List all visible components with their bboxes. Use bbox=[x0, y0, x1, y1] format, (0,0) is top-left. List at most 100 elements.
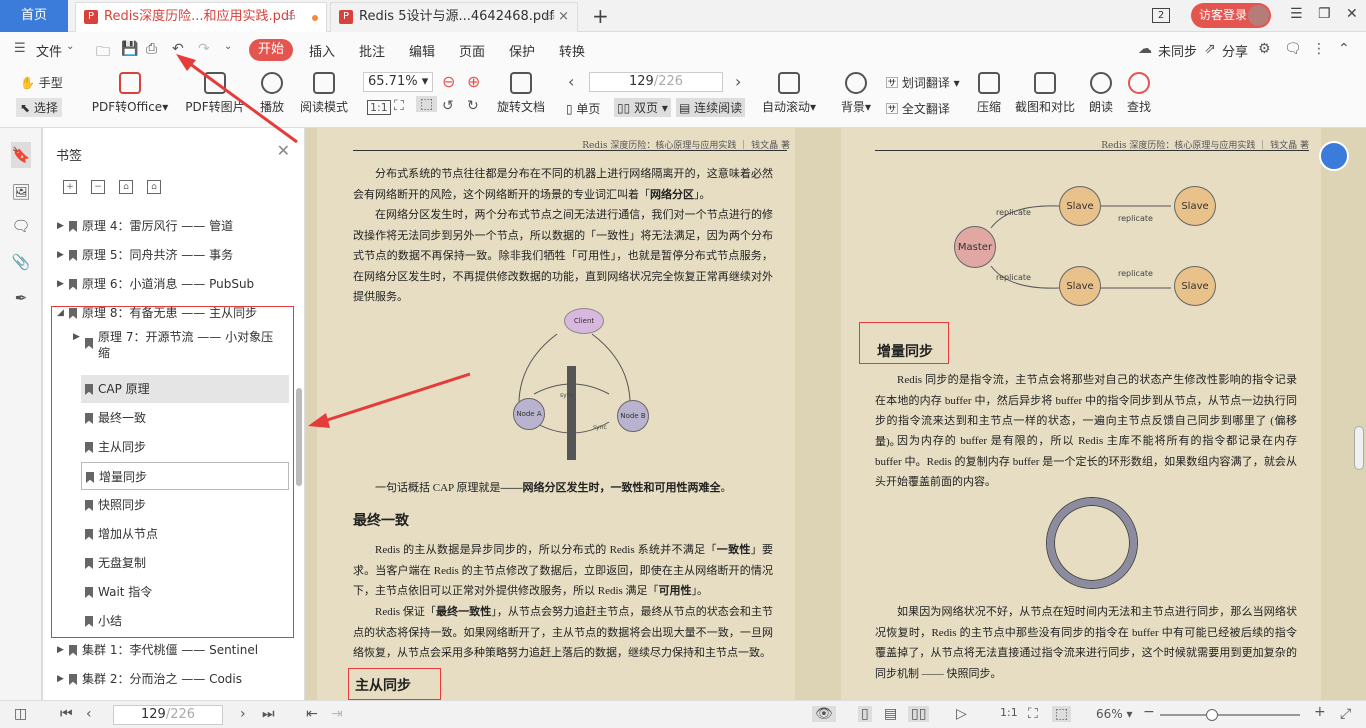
background-button[interactable]: 背景▾ bbox=[838, 72, 874, 115]
floating-helper-button[interactable] bbox=[1319, 141, 1349, 171]
actual-size-icon[interactable]: 1:1 bbox=[1000, 706, 1018, 719]
pdf-to-image-button[interactable]: PDF转图片 bbox=[184, 72, 246, 115]
fullscreen-icon[interactable]: ⤢ bbox=[1340, 706, 1351, 722]
zoom-select[interactable]: 65.71% ▾ bbox=[363, 72, 433, 92]
restore-icon[interactable]: ❐ bbox=[1318, 6, 1331, 22]
word-translate-button[interactable]: 🈂 划词翻译 ▾ bbox=[886, 74, 960, 91]
fit-width-icon[interactable]: ⬚ bbox=[416, 96, 438, 112]
thumbnail-icon[interactable]: 🖼 bbox=[11, 182, 31, 202]
menu-page[interactable]: 页面 bbox=[459, 41, 485, 60]
fit-page-icon[interactable]: ⛶ bbox=[394, 98, 404, 114]
read-mode-button[interactable]: 阅读模式 bbox=[298, 72, 350, 115]
close-icon[interactable]: ✕ bbox=[277, 141, 290, 160]
cloud-icon[interactable]: ☁ bbox=[1138, 41, 1152, 57]
undo-icon[interactable]: ↶ bbox=[172, 41, 184, 57]
bookmark-item[interactable]: ▶ 集群 2：分而治之 —— Codis bbox=[57, 665, 289, 693]
fit-page-icon[interactable]: ⛶ bbox=[1028, 706, 1038, 722]
menu-insert[interactable]: 插入 bbox=[309, 41, 335, 60]
rotate-document-button[interactable]: 旋转文档 bbox=[496, 72, 546, 115]
tab-document-2[interactable]: P Redis 5设计与源...4642468.pdf ▭ × bbox=[330, 2, 578, 32]
forward-icon[interactable]: ⇥ bbox=[331, 706, 343, 722]
window-count-badge[interactable]: 2 bbox=[1152, 8, 1170, 23]
find-button[interactable]: 查找 bbox=[1124, 72, 1154, 115]
menu-file[interactable]: 文件 bbox=[36, 41, 62, 60]
pdf-to-office-button[interactable]: PDF转Office▾ bbox=[91, 72, 169, 115]
compress-button[interactable]: 压缩 bbox=[974, 72, 1004, 115]
comment-icon[interactable]: 🗨 bbox=[1284, 41, 1302, 57]
share-icon[interactable]: ⇗ bbox=[1204, 41, 1216, 57]
tab-document-1[interactable]: P Redis深度历险...和应用实践.pdf ▭ bbox=[75, 2, 327, 32]
last-page-icon[interactable]: ⏭ bbox=[262, 706, 275, 722]
document-scrollbar[interactable] bbox=[1354, 426, 1364, 470]
prev-page-icon[interactable]: ‹ bbox=[86, 706, 92, 722]
share-button[interactable]: 分享 bbox=[1222, 41, 1248, 60]
comment-panel-icon[interactable]: 🗨 bbox=[11, 216, 31, 236]
menu-edit[interactable]: 编辑 bbox=[409, 41, 435, 60]
hand-tool-button[interactable]: ✋ 手型 bbox=[20, 74, 63, 91]
single-page-view-icon[interactable]: ▯ bbox=[858, 706, 872, 722]
bookmark-item[interactable]: ▶ 原理 5：同舟共济 —— 事务 bbox=[57, 241, 289, 269]
zoom-dropdown[interactable]: 66% ▾ bbox=[1096, 707, 1133, 721]
next-page-icon[interactable]: › bbox=[240, 706, 246, 722]
chevron-down-icon[interactable]: ⌄ bbox=[224, 41, 232, 52]
bookmark-item[interactable]: ▶ 集群 1：李代桃僵 —— Sentinel bbox=[57, 636, 289, 664]
close-icon[interactable]: × bbox=[558, 3, 569, 31]
eye-protection-icon[interactable]: 👁 bbox=[812, 706, 836, 722]
prev-page-icon[interactable]: ‹ bbox=[568, 72, 574, 91]
attachment-icon[interactable]: 📎 bbox=[11, 252, 31, 272]
bookmark-item[interactable]: ▶ 原理 4：雷厉风行 —— 管道 bbox=[57, 212, 289, 240]
double-page-view-icon[interactable]: ▯▯ bbox=[908, 706, 930, 722]
screenshot-compare-button[interactable]: 截图和对比 bbox=[1014, 72, 1076, 115]
read-aloud-button[interactable]: 朗读 bbox=[1086, 72, 1116, 115]
back-icon[interactable]: ⇤ bbox=[306, 706, 318, 722]
expand-all-icon[interactable]: + bbox=[63, 180, 77, 194]
collapse-all-icon[interactable]: − bbox=[91, 180, 105, 194]
bookmark-panel-icon[interactable]: 🔖 bbox=[11, 142, 31, 168]
more-icon[interactable]: ⋮ bbox=[1312, 41, 1326, 57]
save-icon[interactable]: 💾 bbox=[121, 41, 138, 57]
auto-scroll-button[interactable]: 自动滚动▾ bbox=[760, 72, 818, 115]
chevron-down-icon[interactable]: ⌄ bbox=[66, 41, 74, 52]
zoom-out-icon[interactable]: − bbox=[1143, 704, 1155, 720]
play-button[interactable]: 播放 bbox=[256, 72, 288, 115]
first-page-icon[interactable]: ⏮ bbox=[60, 706, 73, 722]
panel-scrollbar[interactable] bbox=[296, 388, 302, 486]
collapse-icon[interactable]: ⌃ bbox=[1338, 41, 1350, 57]
expand-arrow-icon[interactable]: ▶ bbox=[57, 212, 64, 240]
signature-icon[interactable]: ✒ bbox=[11, 288, 31, 308]
full-translate-button[interactable]: 🈂 全文翻译 bbox=[886, 100, 950, 117]
open-folder-icon[interactable]: 🗀 bbox=[96, 41, 110, 65]
menu-protect[interactable]: 保护 bbox=[509, 41, 535, 60]
double-page-button[interactable]: ▯▯ 双页 ▾ bbox=[614, 98, 671, 117]
expand-arrow-icon[interactable]: ▶ bbox=[57, 270, 64, 298]
menu-annotate[interactable]: 批注 bbox=[359, 41, 385, 60]
expand-arrow-icon[interactable]: ▶ bbox=[57, 636, 64, 664]
tab-home[interactable]: 首页 bbox=[0, 0, 68, 32]
gear-icon[interactable]: ⚙ bbox=[1258, 41, 1271, 57]
menu-convert[interactable]: 转换 bbox=[559, 41, 585, 60]
single-page-button[interactable]: ▯ 单页 bbox=[566, 100, 600, 117]
continuous-read-button[interactable]: ▤ 连续阅读 bbox=[676, 98, 746, 117]
zoom-out-icon[interactable]: ⊖ bbox=[442, 72, 455, 91]
expand-arrow-icon[interactable]: ▶ bbox=[57, 241, 64, 269]
menu-icon[interactable]: ☰ bbox=[1290, 6, 1303, 22]
rotate-right-icon[interactable]: ↻ bbox=[467, 98, 479, 114]
hamburger-icon[interactable]: ☰ bbox=[14, 41, 26, 56]
play-icon[interactable]: ▷ bbox=[956, 706, 967, 722]
login-button[interactable]: 访客登录 bbox=[1191, 3, 1271, 28]
zoom-slider[interactable] bbox=[1160, 714, 1300, 716]
fit-width-icon[interactable]: ⬚ bbox=[1052, 706, 1072, 722]
zoom-in-icon[interactable]: ⊕ bbox=[467, 72, 480, 91]
actual-size-icon[interactable]: 1:1 bbox=[367, 100, 391, 115]
zoom-slider-knob[interactable] bbox=[1206, 709, 1218, 721]
add-bookmark-icon[interactable]: ⌂ bbox=[119, 180, 133, 194]
bookmark-icon[interactable]: ⌂ bbox=[147, 180, 161, 194]
redo-icon[interactable]: ↷ bbox=[198, 41, 210, 57]
new-tab-button[interactable]: + bbox=[592, 4, 609, 28]
zoom-in-icon[interactable]: + bbox=[1314, 704, 1326, 720]
toggle-panel-icon[interactable]: ◫ bbox=[14, 706, 27, 722]
rotate-left-icon[interactable]: ↺ bbox=[442, 98, 454, 114]
expand-arrow-icon[interactable]: ▶ bbox=[57, 665, 64, 693]
sync-status[interactable]: 未同步 bbox=[1158, 41, 1197, 60]
select-tool-button[interactable]: ⬉ 选择 bbox=[16, 98, 62, 117]
